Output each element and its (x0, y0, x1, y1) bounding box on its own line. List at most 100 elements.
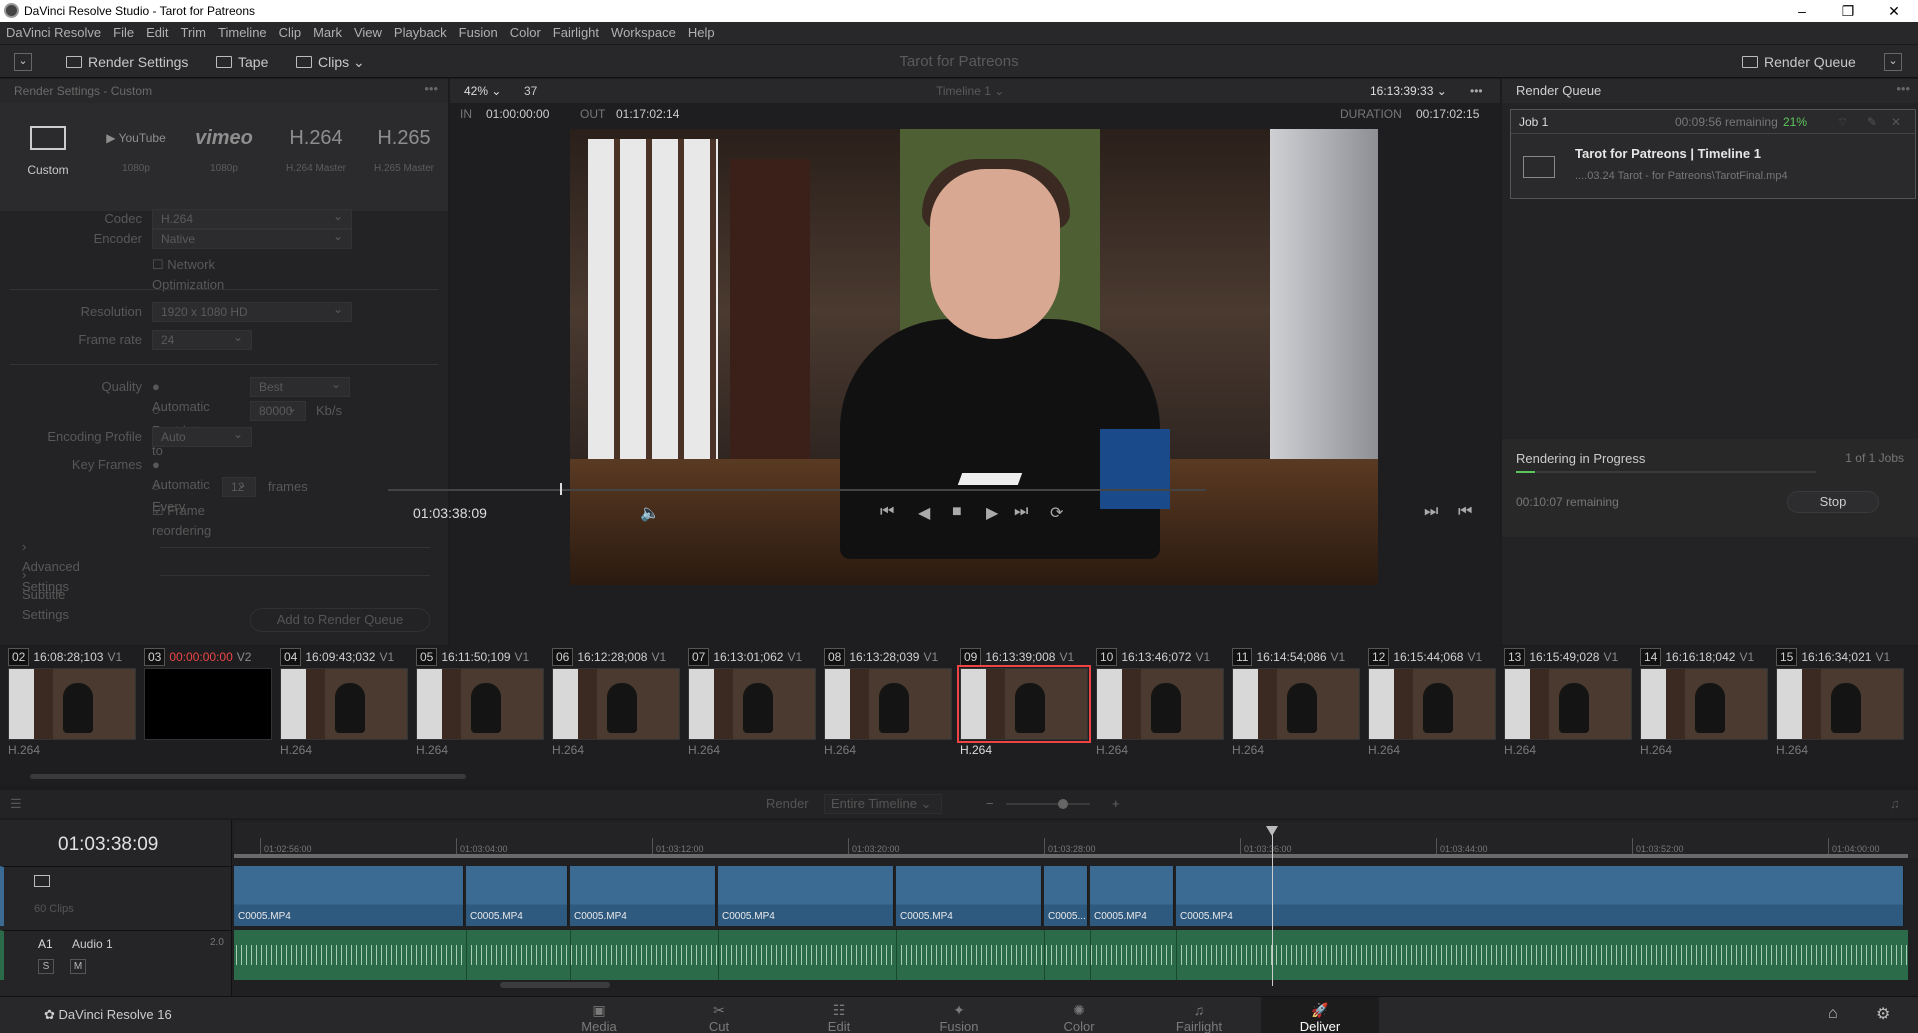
settings-gear-icon[interactable]: ⚙ (1876, 1004, 1890, 1024)
home-icon[interactable]: ⌂ (1828, 1005, 1838, 1023)
menu-edit[interactable]: Edit (140, 22, 174, 44)
render-range-dropdown[interactable]: Entire Timeline ⌄ (824, 794, 942, 814)
add-to-render-queue-button[interactable]: Add to Render Queue (250, 608, 430, 632)
encoder-dropdown[interactable]: Native (152, 227, 352, 249)
page-fairlight[interactable]: ♫ Fairlight (1151, 997, 1247, 1033)
timeline-video-clip[interactable]: C0005... (1044, 866, 1088, 926)
minimize-button[interactable]: – (1782, 1, 1822, 21)
render-job[interactable]: Job 1 00:09:56 remaining 21% ⌔ ✎ ✕ Tarot… (1510, 109, 1916, 199)
timeline-video-clip[interactable]: C0005.MP4 (466, 866, 568, 926)
delete-job-icon[interactable]: ✕ (1891, 110, 1901, 134)
restrict-bitrate-input[interactable]: 80000 (250, 399, 306, 421)
clip-thumbnail[interactable]: 13 16:15:49;028 V1 H.264 (1504, 646, 1640, 766)
clip-thumbnail[interactable]: 02 16:08:28;103 V1 H.264 (8, 646, 144, 766)
solo-button[interactable]: S (38, 959, 54, 974)
page-fusion[interactable]: ✦ Fusion (911, 997, 1007, 1033)
clip-thumbnail[interactable]: 04 16:09:43;032 V1 H.264 (280, 646, 416, 766)
zoom-in-icon[interactable]: + (1112, 790, 1120, 818)
play-icon[interactable]: ▶ (986, 503, 998, 523)
timeline-video-clip[interactable]: C0005.MP4 (234, 866, 464, 926)
menu-trim[interactable]: Trim (175, 22, 213, 44)
timeline-scrollbar[interactable] (500, 982, 610, 988)
timeline-video-clip[interactable]: C0005.MP4 (570, 866, 716, 926)
resolution-dropdown[interactable]: 1920 x 1080 HD (152, 300, 352, 322)
reverse-play-icon[interactable]: ◀ (918, 503, 930, 523)
timeline-video-clip[interactable]: C0005.MP4 (1176, 866, 1904, 926)
edit-job-icon[interactable]: ✎ (1867, 110, 1877, 134)
framerate-dropdown[interactable]: 24 (152, 328, 252, 350)
go-to-end-icon[interactable]: ⏭ (1014, 503, 1028, 521)
menu-fairlight[interactable]: Fairlight (547, 22, 605, 44)
page-deliver[interactable]: 🚀 Deliver (1261, 997, 1379, 1033)
zoom-out-icon[interactable]: − (986, 790, 994, 818)
clip-thumbnail[interactable]: 10 16:13:46;072 V1 H.264 (1096, 646, 1232, 766)
menu-timeline[interactable]: Timeline (212, 22, 273, 44)
clip-thumbnail[interactable]: 12 16:15:44;068 V1 H.264 (1368, 646, 1504, 766)
preset-vimeo[interactable]: vimeo 1080p (180, 113, 268, 203)
clip-thumbnail[interactable]: 09 16:13:39;008 V1 H.264 (957, 646, 1096, 766)
clip-thumbnail[interactable]: 14 16:16:18;042 V1 H.264 (1640, 646, 1776, 766)
volume-icon[interactable]: 🔈 (640, 503, 660, 523)
page-edit[interactable]: ☷ Edit (791, 997, 887, 1033)
preset-h264[interactable]: H.264 H.264 Master (272, 113, 360, 203)
collapse-right-icon[interactable]: ⌄ (1884, 53, 1902, 71)
viewer-playhead[interactable] (560, 483, 562, 495)
menu-clip[interactable]: Clip (273, 22, 307, 44)
clip-thumbnail[interactable]: 05 16:11:50;109 V1 H.264 (416, 646, 552, 766)
stop-icon[interactable]: ■ (952, 503, 962, 521)
zoom-dropdown[interactable]: 42% ⌄ (464, 79, 501, 103)
timeline-playhead[interactable] (1266, 826, 1278, 986)
timeline-video-clip[interactable]: C0005.MP4 (718, 866, 894, 926)
preset-youtube[interactable]: ▶ YouTube 1080p (92, 113, 180, 203)
queue-options-icon[interactable]: ••• (1896, 81, 1910, 96)
preset-custom[interactable]: Custom (4, 113, 92, 203)
preset-h265[interactable]: H.265 H.265 Master (362, 113, 446, 203)
quality-dropdown[interactable]: Best (250, 375, 350, 397)
menu-file[interactable]: File (107, 22, 140, 44)
clip-thumbnail[interactable]: 06 16:12:28;008 V1 H.264 (552, 646, 688, 766)
page-color[interactable]: ✺ Color (1031, 997, 1127, 1033)
clip-thumbnail[interactable]: 08 16:13:28;039 V1 H.264 (824, 646, 960, 766)
remote-icon[interactable]: ⌔ (1837, 110, 1848, 134)
viewer-timecode-dropdown[interactable]: 16:13:39:33 ⌄ (1370, 79, 1447, 103)
keyframes-interval-input[interactable]: 12 (222, 475, 256, 497)
clip-thumbnail[interactable]: 11 16:14:54;086 V1 H.264 (1232, 646, 1368, 766)
timeline-view-icon[interactable]: ☰ (10, 790, 22, 818)
menu-mark[interactable]: Mark (307, 22, 348, 44)
panel-options-icon[interactable]: ••• (424, 81, 438, 96)
viewer-scrub-bar[interactable] (388, 489, 1206, 491)
page-cut[interactable]: ✂ Cut (671, 997, 767, 1033)
viewer-options-icon[interactable]: ••• (1470, 79, 1483, 103)
next-clip-icon[interactable]: ⏭ (1424, 503, 1438, 521)
audio-meter-icon[interactable]: ♫ (1890, 790, 1900, 818)
menu-playback[interactable]: Playback (388, 22, 453, 44)
timeline-video-clip[interactable]: C0005.MP4 (896, 866, 1042, 926)
encoding-profile-dropdown[interactable]: Auto (152, 425, 252, 447)
menu-view[interactable]: View (348, 22, 388, 44)
clip-thumbnail[interactable]: 07 16:13:01;062 V1 H.264 (688, 646, 824, 766)
maximize-button[interactable]: ❐ (1828, 1, 1868, 21)
menu-fusion[interactable]: Fusion (453, 22, 504, 44)
frame-reordering-checkbox[interactable]: ☑ Frame reordering (152, 501, 211, 541)
clip-thumbnail[interactable]: 03 00:00:00:00 V2 (144, 646, 280, 766)
menu-workspace[interactable]: Workspace (605, 22, 682, 44)
timeline-zoom-slider[interactable] (1006, 803, 1090, 805)
previous-clip-icon[interactable]: ⏮ (1458, 503, 1472, 521)
codec-dropdown[interactable]: H.264 (152, 207, 352, 229)
menu-color[interactable]: Color (504, 22, 547, 44)
video-frame[interactable] (570, 129, 1378, 585)
timeline-ruler[interactable]: 01:02:56:00 01:03:04:00 01:03:12:00 01:03:2… (234, 822, 1918, 858)
menu-help[interactable]: Help (682, 22, 721, 44)
close-button[interactable]: ✕ (1874, 1, 1914, 21)
go-to-start-icon[interactable]: ⏮ (880, 503, 894, 521)
page-media[interactable]: ▣ Media (551, 997, 647, 1033)
strip-scrollbar[interactable] (30, 774, 466, 779)
mute-button[interactable]: M (70, 959, 86, 974)
clip-thumbnail[interactable]: 15 16:16:34;021 V1 H.264 (1776, 646, 1912, 766)
menu-davinci-resolve[interactable]: DaVinci Resolve (0, 22, 107, 44)
timeline-selector[interactable]: Timeline 1 ⌄ (936, 79, 1004, 103)
timeline-zoom-handle[interactable] (1058, 799, 1068, 809)
timeline-video-clip[interactable]: C0005.MP4 (1090, 866, 1174, 926)
stop-render-button[interactable]: Stop (1787, 491, 1879, 513)
loop-icon[interactable]: ⟳ (1050, 503, 1063, 523)
